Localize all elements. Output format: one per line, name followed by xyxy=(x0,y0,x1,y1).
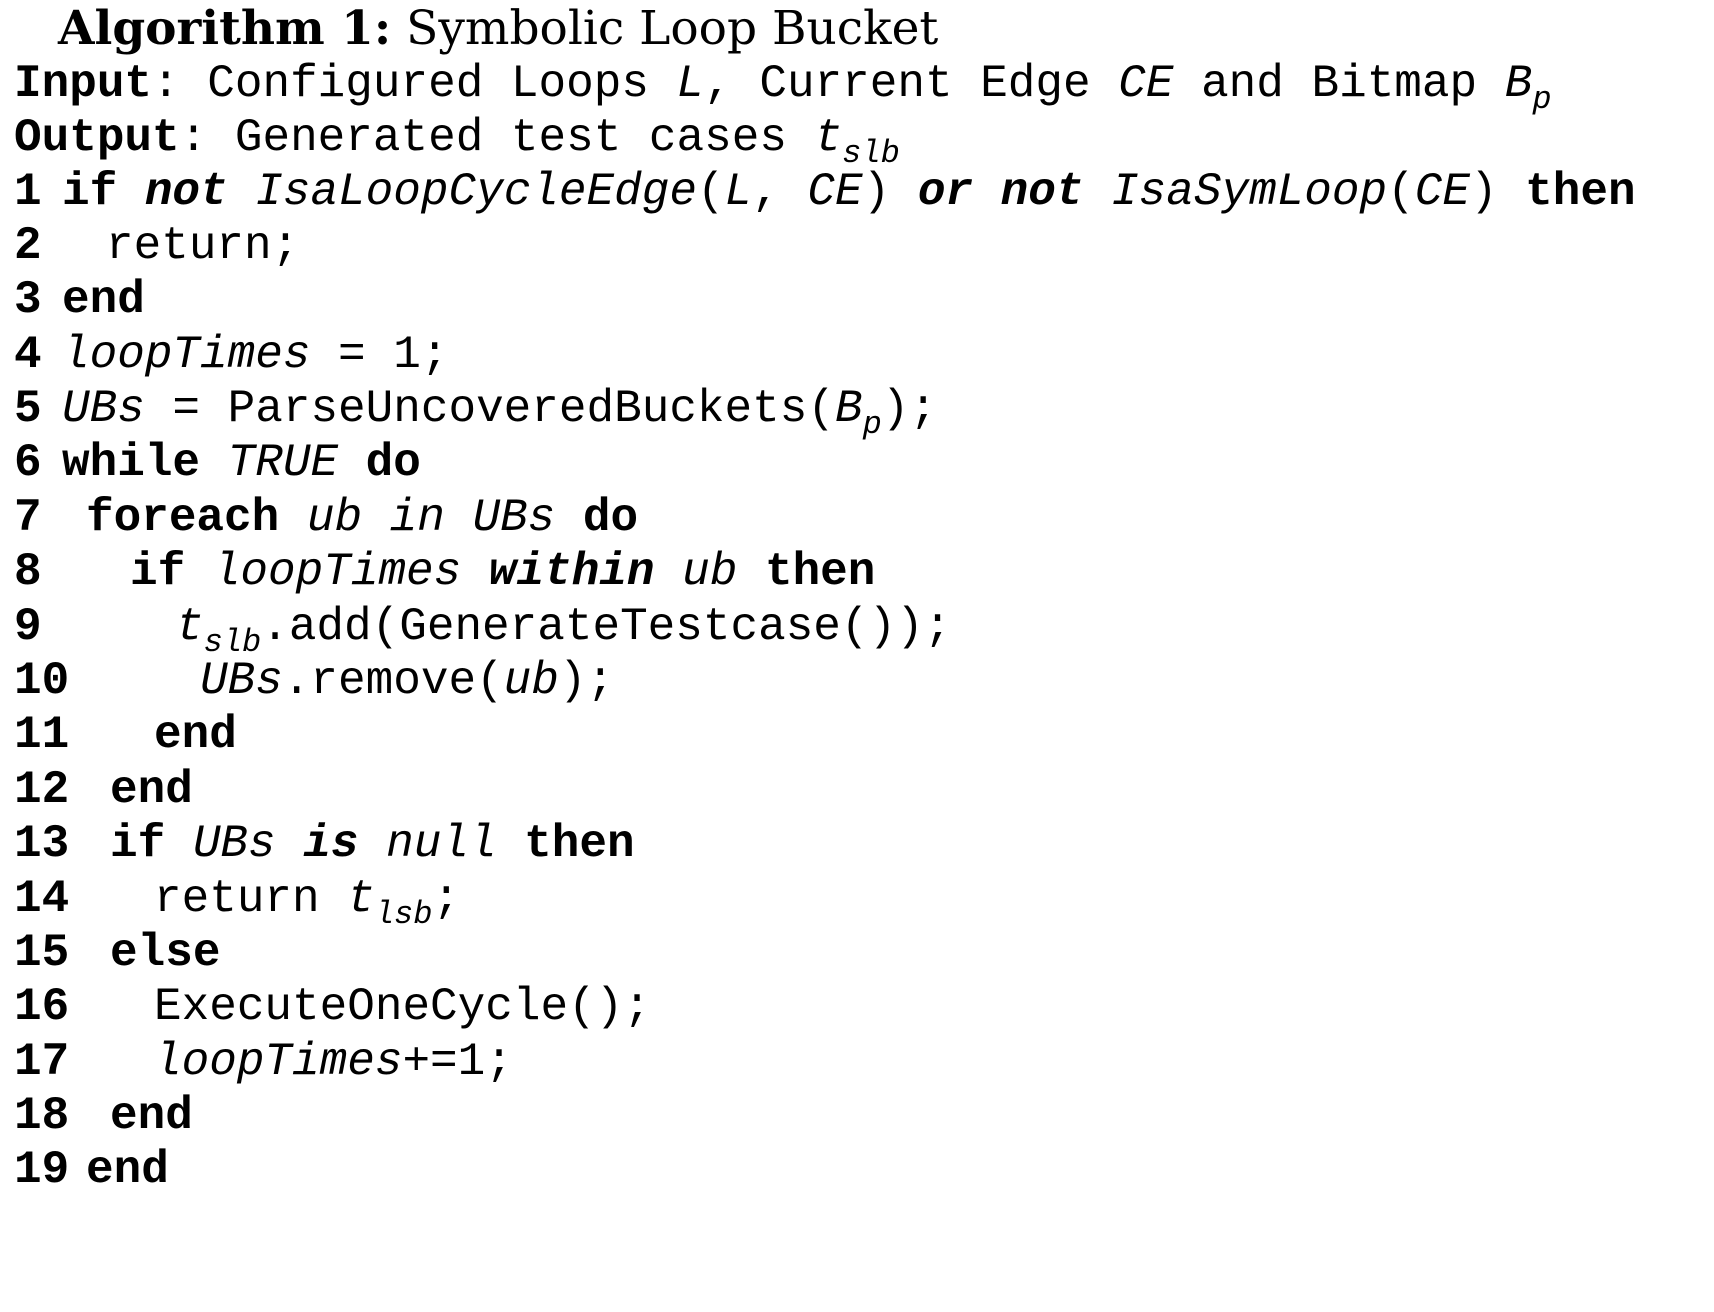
line-number: 18 xyxy=(14,1090,70,1142)
output-text: Generated test cases xyxy=(234,112,787,164)
assignment: = ParseUncoveredBuckets( xyxy=(144,383,835,435)
then-keyword: then xyxy=(1525,166,1636,218)
end-keyword: end xyxy=(110,1090,193,1142)
function-call: ExecuteOneCycle(); xyxy=(154,981,651,1033)
variable: loopTimes xyxy=(154,1036,403,1088)
algorithm-title: Algorithm 1: Symbolic Loop Bucket xyxy=(58,0,938,58)
end-keyword: end xyxy=(62,274,145,326)
line-number: 3 xyxy=(14,274,42,326)
increment-op: +=1; xyxy=(402,1036,513,1088)
return-keyword: return xyxy=(154,873,348,925)
if-keyword: if xyxy=(110,818,166,870)
return-statement: return; xyxy=(106,220,300,272)
variable-t: t xyxy=(347,873,375,925)
line-number: 14 xyxy=(14,873,70,925)
or-not-keyword: or not xyxy=(917,166,1084,218)
while-keyword: while xyxy=(62,437,201,489)
end-keyword: end xyxy=(86,1144,169,1196)
not-keyword: not xyxy=(144,166,228,218)
line-number: 17 xyxy=(14,1036,70,1088)
output-t: t xyxy=(814,112,843,164)
foreach-keyword: foreach xyxy=(86,492,280,544)
if-keyword: if xyxy=(62,166,118,218)
algorithm-label: Algorithm 1: xyxy=(58,1,392,56)
line-number: 5 xyxy=(14,383,42,435)
line-number: 11 xyxy=(14,709,70,761)
line-number: 16 xyxy=(14,981,70,1033)
bitmap-B: B xyxy=(834,383,863,435)
end-keyword: end xyxy=(110,764,193,816)
function-name: IsaSymLoop xyxy=(1111,166,1388,218)
line-number: 12 xyxy=(14,764,70,816)
variable: UBs xyxy=(62,383,145,435)
arg-L: L xyxy=(724,166,753,218)
variable: UBs xyxy=(200,655,283,707)
output-keyword: Output xyxy=(14,112,180,164)
method-call: .add(GenerateTestcase()); xyxy=(261,601,952,653)
is-keyword: is xyxy=(303,818,359,870)
variable: UBs xyxy=(192,818,276,870)
semicolon: ; xyxy=(432,873,461,925)
else-keyword: else xyxy=(110,927,221,979)
input-B-subscript: p xyxy=(1532,81,1552,118)
arg-CE: CE xyxy=(807,166,863,218)
line-number: 13 xyxy=(14,818,70,870)
condition: TRUE xyxy=(227,437,339,489)
arg-CE: CE xyxy=(1414,166,1470,218)
line-number: 9 xyxy=(14,601,42,653)
assignment: = 1; xyxy=(310,329,449,381)
algorithm-name: Symbolic Loop Bucket xyxy=(406,1,939,56)
variable-ub: ub xyxy=(682,546,738,598)
input-text: Configured Loops xyxy=(207,58,649,110)
close-paren: ); xyxy=(558,655,615,707)
if-keyword: if xyxy=(130,546,186,598)
input-B: B xyxy=(1504,58,1533,110)
then-keyword: then xyxy=(764,546,876,598)
algorithm-block: Algorithm 1: Symbolic Loop Bucket Input:… xyxy=(0,0,1714,1312)
argument: ub xyxy=(503,655,559,707)
bitmap-subscript: p xyxy=(862,406,882,443)
t-subscript: lsb xyxy=(374,896,433,933)
method-call: .remove( xyxy=(282,655,504,707)
within-keyword: within xyxy=(488,546,655,598)
variable-t: t xyxy=(176,601,204,653)
line-number: 10 xyxy=(14,655,70,707)
function-name: IsaLoopCycleEdge xyxy=(255,166,697,218)
line-number: 6 xyxy=(14,437,42,489)
null-value: null xyxy=(386,818,497,870)
close-paren: ); xyxy=(881,383,937,435)
line-number: 8 xyxy=(14,546,42,598)
line-number: 4 xyxy=(14,329,42,381)
line-number: 1 xyxy=(14,166,42,218)
line-number: 19 xyxy=(14,1144,70,1196)
do-keyword: do xyxy=(365,437,421,489)
line-number: 7 xyxy=(14,492,42,544)
line-number: 2 xyxy=(14,220,42,272)
variable: loopTimes xyxy=(212,546,462,598)
do-keyword: do xyxy=(582,492,639,544)
then-keyword: then xyxy=(524,818,635,870)
loop-expression: ub in UBs xyxy=(306,492,556,544)
input-keyword: Input xyxy=(14,58,153,110)
variable: loopTimes xyxy=(62,329,311,381)
input-CE: CE xyxy=(1118,58,1174,110)
line-number: 15 xyxy=(14,927,70,979)
input-current-edge: Current Edge xyxy=(759,58,1091,110)
end-keyword: end xyxy=(154,709,237,761)
input-L: L xyxy=(676,58,705,110)
input-and-bitmap: and Bitmap xyxy=(1201,58,1478,110)
